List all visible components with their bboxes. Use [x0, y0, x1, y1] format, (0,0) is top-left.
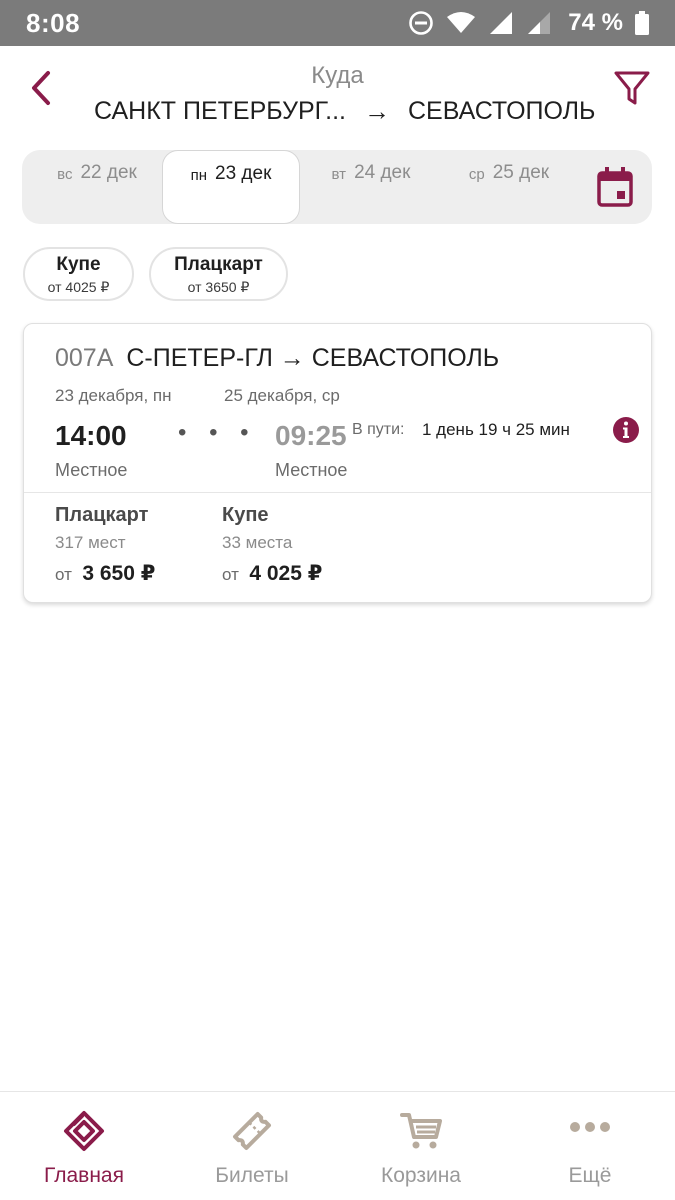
date-tab-25[interactable]: ср 25 дек [440, 150, 578, 224]
fare-name: Плацкарт [55, 504, 149, 526]
date-label: 22 дек [80, 162, 137, 183]
battery-percent: 74 % [568, 9, 623, 36]
filter-button[interactable] [612, 68, 652, 108]
arrival-time: 09:25 [275, 420, 347, 451]
fare-platskart: Плацкарт 317 мест от 3 650 ₽ [55, 504, 155, 586]
fare-amount: 4 025 ₽ [249, 562, 323, 585]
fare-kupe: Купе 33 места от 4 025 ₽ [222, 504, 322, 586]
fare-from: от [55, 565, 72, 584]
ticket-icon [233, 1112, 271, 1150]
departure-date: 23 декабря, пн [55, 386, 172, 405]
class-chip-platskart[interactable]: Плацкарт от 3650 ₽ [149, 247, 288, 301]
fare-from: от [222, 565, 239, 584]
departure-time: 14:00 [55, 420, 127, 451]
fare-seats: 33 места [222, 533, 293, 552]
calendar-button[interactable] [596, 166, 634, 208]
status-bar: 8:08 74 % [0, 0, 675, 46]
date-label: 24 дек [354, 162, 411, 183]
nav-home[interactable]: Главная [0, 1092, 168, 1200]
card-divider [24, 492, 651, 493]
class-chip-kupe[interactable]: Купе от 4025 ₽ [23, 247, 134, 301]
bottom-navigation: Главная Билеты Корзина Ещё [0, 1091, 675, 1200]
signal-icon [490, 12, 513, 34]
wifi-icon [447, 12, 476, 33]
chip-title: Купе [56, 254, 101, 275]
page-subtitle: Куда [311, 62, 364, 89]
chip-price: от 3650 ₽ [187, 279, 250, 295]
date-tab-22[interactable]: вс 22 дек [28, 150, 166, 224]
fare-seats: 317 мест [55, 533, 126, 552]
more-dots-icon [570, 1122, 610, 1132]
travel-time-value: 1 день 19 ч 25 мин [422, 420, 570, 439]
status-icons: 74 % [408, 9, 649, 37]
fare-price-line: от 4 025 ₽ [222, 561, 322, 586]
signal-weak-icon [528, 12, 551, 34]
travel-time-label: В пути: [352, 421, 405, 438]
fare-amount: 3 650 ₽ [82, 562, 156, 585]
date-dow: пн [190, 167, 207, 184]
date-label: 23 дек [215, 163, 272, 184]
nav-label: Корзина [381, 1164, 461, 1187]
date-dow: ср [468, 166, 485, 183]
train-card[interactable]: 007А С-ПЕТЕР-ГЛ → СЕВАСТОПОЛЬ 23 декабря… [23, 323, 652, 603]
nav-cart[interactable]: Корзина [337, 1092, 505, 1200]
arrival-timezone: Местное [275, 460, 348, 480]
train-route: С-ПЕТЕР-ГЛ → СЕВАСТОПОЛЬ [126, 344, 500, 372]
date-selector: вс 22 дек пн 23 дек вт 24 дек ср 25 дек [22, 150, 652, 224]
route-dots: • • • [178, 419, 257, 446]
chip-price: от 4025 ₽ [47, 279, 110, 295]
date-tab-24[interactable]: вт 24 дек [302, 150, 440, 224]
date-label: 25 дек [492, 162, 550, 183]
arrival-date: 25 декабря, ср [224, 386, 340, 405]
do-not-disturb-icon [409, 11, 434, 35]
date-tab-23[interactable]: пн 23 дек [162, 150, 300, 224]
nav-label: Главная [44, 1164, 124, 1187]
route-arrow: → [364, 96, 390, 126]
battery-icon [635, 11, 649, 35]
train-number: 007А [55, 344, 114, 372]
route-to: СЕВАСТОПОЛЬ [408, 97, 596, 125]
route-title: САНКТ ПЕТЕРБУРГ... → СЕВАСТОПОЛЬ [94, 96, 614, 127]
calendar-icon [597, 167, 633, 207]
filter-icon [614, 71, 650, 105]
nav-label: Ещё [568, 1164, 612, 1187]
route-from: САНКТ ПЕТЕРБУРГ... [94, 97, 346, 125]
nav-tickets[interactable]: Билеты [168, 1092, 336, 1200]
cart-icon [400, 1113, 442, 1149]
home-logo-icon [64, 1111, 104, 1151]
fare-name: Купе [222, 504, 269, 526]
date-dow: вс [57, 166, 73, 183]
status-time: 8:08 [26, 7, 81, 38]
info-icon[interactable] [612, 416, 640, 444]
fare-price-line: от 3 650 ₽ [55, 561, 155, 586]
departure-timezone: Местное [55, 460, 128, 480]
nav-more[interactable]: Ещё [506, 1092, 674, 1200]
top-bar: Куда САНКТ ПЕТЕРБУРГ... → СЕВАСТОПОЛЬ [0, 46, 675, 142]
date-dow: вт [331, 166, 347, 183]
train-title: 007А С-ПЕТЕР-ГЛ → СЕВАСТОПОЛЬ [55, 344, 499, 373]
nav-label: Билеты [215, 1164, 289, 1187]
chip-title: Плацкарт [174, 254, 263, 275]
